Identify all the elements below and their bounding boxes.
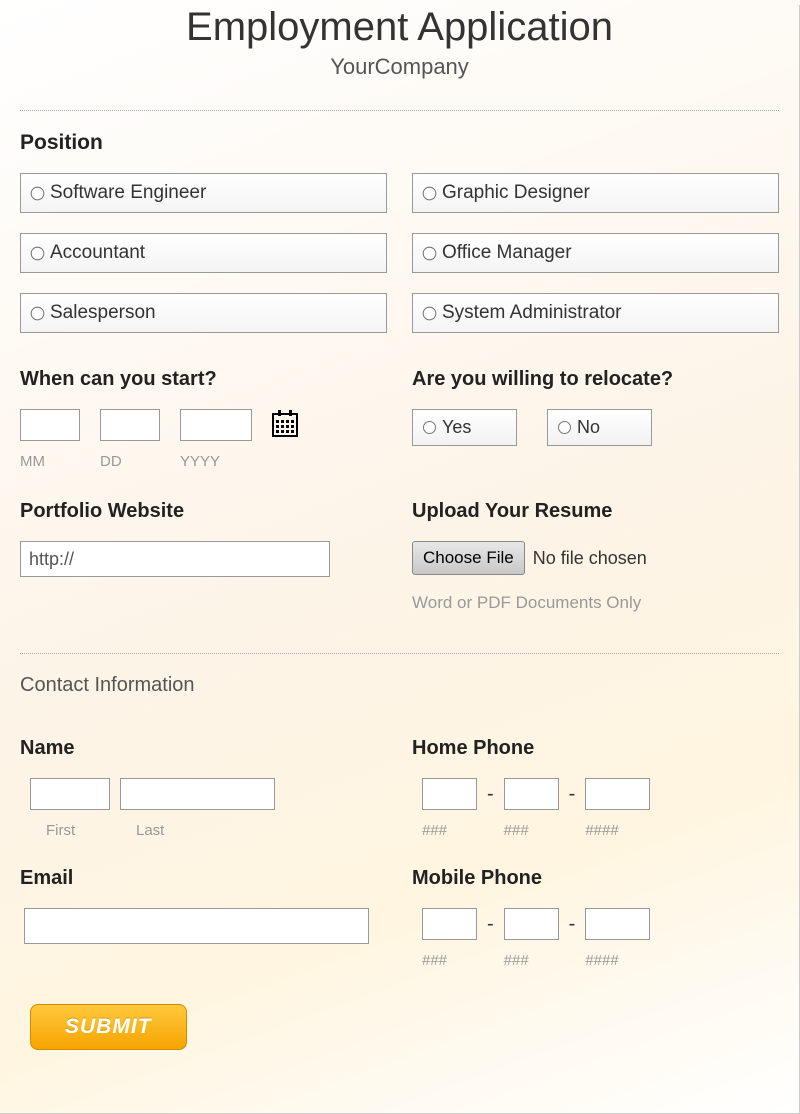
email-input[interactable] — [24, 908, 369, 944]
page-subtitle: YourCompany — [20, 54, 779, 80]
start-date-yyyy-input[interactable] — [180, 409, 252, 441]
home-phone-line-input[interactable] — [585, 778, 650, 810]
dash: - — [487, 778, 494, 810]
portfolio-input[interactable] — [20, 541, 330, 577]
first-sublabel: First — [30, 822, 110, 839]
option-label: System Administrator — [442, 302, 622, 324]
start-date-inputs: MM DD YYYY — [20, 409, 387, 470]
mm-sublabel: MM — [20, 453, 45, 470]
mobile-phone-prefix-input[interactable] — [504, 908, 559, 940]
dash: - — [569, 908, 576, 940]
radio-input[interactable] — [31, 246, 45, 260]
divider — [20, 653, 779, 654]
last-sublabel: Last — [120, 822, 275, 839]
radio-input[interactable] — [558, 421, 571, 434]
start-date-label: When can you start? — [20, 368, 387, 391]
option-label: Yes — [442, 417, 471, 438]
option-label: Office Manager — [442, 242, 572, 264]
last-name-input[interactable] — [120, 778, 275, 810]
start-date-mm-input[interactable] — [20, 409, 80, 441]
submit-button[interactable]: SUBMIT — [30, 1004, 187, 1050]
form-header: Employment Application YourCompany — [20, 5, 779, 80]
radio-input[interactable] — [423, 421, 436, 434]
phone-sublabel: #### — [585, 952, 650, 969]
mobile-phone-line-input[interactable] — [585, 908, 650, 940]
first-name-input[interactable] — [30, 778, 110, 810]
phone-sublabel: ### — [504, 952, 559, 969]
relocate-label: Are you willing to relocate? — [412, 368, 779, 391]
relocate-no[interactable]: No — [547, 409, 652, 446]
choose-file-button[interactable]: Choose File — [412, 541, 525, 575]
divider — [20, 110, 779, 111]
start-date-dd-input[interactable] — [100, 409, 160, 441]
page-title: Employment Application — [20, 5, 779, 50]
mobile-phone-label: Mobile Phone — [412, 867, 779, 890]
radio-input[interactable] — [423, 306, 437, 320]
calendar-icon[interactable] — [272, 409, 298, 444]
phone-sublabel: ### — [422, 822, 477, 839]
mobile-phone-area-input[interactable] — [422, 908, 477, 940]
position-option-office-manager[interactable]: Office Manager — [412, 233, 779, 273]
position-option-accountant[interactable]: Accountant — [20, 233, 387, 273]
position-label: Position — [20, 131, 779, 155]
radio-input[interactable] — [423, 246, 437, 260]
relocate-yes[interactable]: Yes — [412, 409, 517, 446]
option-label: Salesperson — [50, 302, 156, 324]
relocate-options: Yes No — [412, 409, 779, 446]
resume-label: Upload Your Resume — [412, 500, 779, 523]
position-option-salesperson[interactable]: Salesperson — [20, 293, 387, 333]
position-option-graphic-designer[interactable]: Graphic Designer — [412, 173, 779, 213]
contact-heading: Contact Information — [20, 674, 779, 697]
option-label: Accountant — [50, 242, 145, 264]
dash: - — [569, 778, 576, 810]
file-hint: Word or PDF Documents Only — [412, 593, 779, 613]
home-phone-area-input[interactable] — [422, 778, 477, 810]
portfolio-label: Portfolio Website — [20, 500, 387, 523]
yyyy-sublabel: YYYY — [180, 453, 220, 470]
option-label: Graphic Designer — [442, 182, 590, 204]
option-label: Software Engineer — [50, 182, 206, 204]
dash: - — [487, 908, 494, 940]
position-option-software-engineer[interactable]: Software Engineer — [20, 173, 387, 213]
radio-input[interactable] — [31, 306, 45, 320]
option-label: No — [577, 417, 600, 438]
phone-sublabel: ### — [422, 952, 477, 969]
radio-input[interactable] — [31, 186, 45, 200]
radio-input[interactable] — [423, 186, 437, 200]
position-option-system-administrator[interactable]: System Administrator — [412, 293, 779, 333]
file-status: No file chosen — [533, 548, 647, 569]
home-phone-label: Home Phone — [412, 737, 779, 760]
position-options: Software Engineer Graphic Designer Accou… — [20, 173, 779, 333]
name-label: Name — [20, 737, 387, 760]
phone-sublabel: #### — [585, 822, 650, 839]
dd-sublabel: DD — [100, 453, 122, 470]
phone-sublabel: ### — [504, 822, 559, 839]
home-phone-prefix-input[interactable] — [504, 778, 559, 810]
email-label: Email — [20, 867, 387, 890]
